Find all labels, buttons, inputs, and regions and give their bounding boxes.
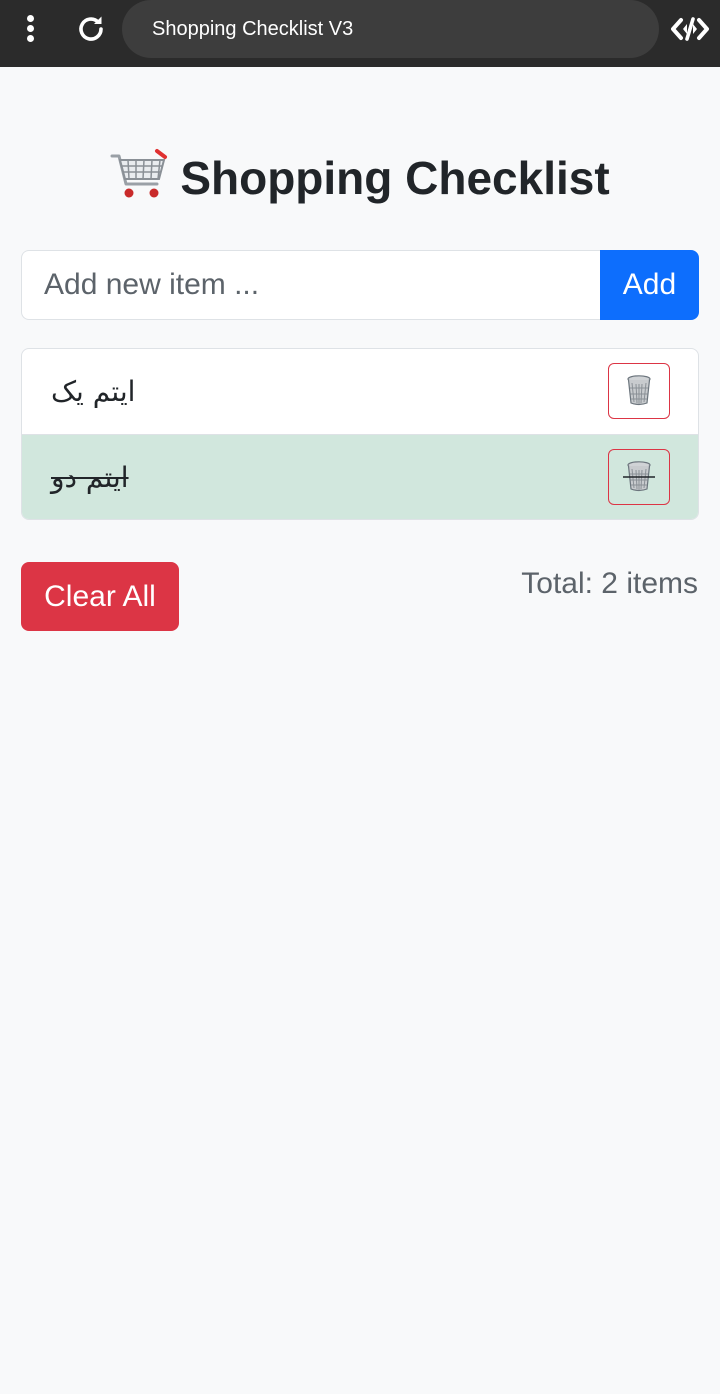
list-item[interactable]: ایتم یک (22, 349, 698, 434)
delete-item-button[interactable] (608, 363, 670, 419)
item-count: Total: 2 items (521, 567, 698, 600)
add-item-form: Add (21, 250, 699, 320)
page-title: Shopping Checklist (0, 146, 720, 210)
item-text: ایتم یک (51, 375, 136, 408)
page-title-text: Shopping Checklist (180, 152, 610, 204)
add-button[interactable]: Add (600, 250, 699, 320)
delete-item-button[interactable] (608, 449, 670, 505)
tab-title: Shopping Checklist V3 (152, 17, 354, 40)
item-text: ایتم دو (51, 461, 129, 494)
new-item-input[interactable] (21, 250, 600, 320)
wastebasket-icon (626, 374, 652, 409)
browser-toolbar: Shopping Checklist V3 (0, 0, 720, 67)
wastebasket-icon (622, 460, 656, 495)
vertical-dots-icon[interactable] (20, 13, 42, 45)
address-bar[interactable]: Shopping Checklist V3 (122, 0, 659, 58)
reload-icon[interactable] (74, 12, 108, 46)
code-icon[interactable] (670, 12, 710, 46)
shopping-cart-icon (110, 148, 168, 204)
clear-all-button[interactable]: Clear All (21, 562, 179, 631)
item-list: ایتم یک ایتم دو (21, 348, 699, 520)
list-item-done[interactable]: ایتم دو (22, 434, 698, 519)
